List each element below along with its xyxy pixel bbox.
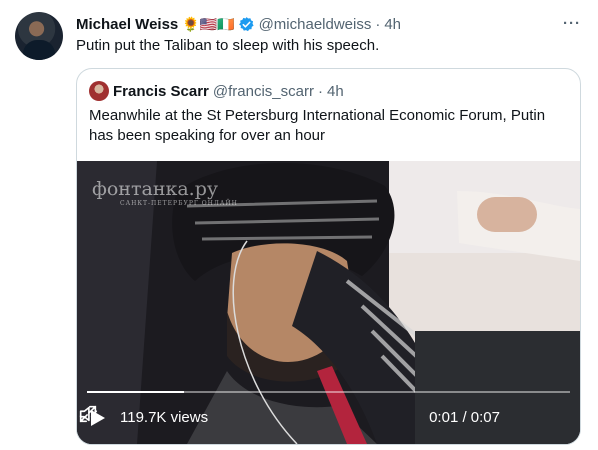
video-time-code: 0:01 / 0:07 [429, 409, 500, 426]
author-avatar[interactable] [15, 12, 63, 60]
video-controls: 119.7K views 0:01 / 0:07 [77, 403, 580, 433]
author-name[interactable]: Michael Weiss [76, 16, 178, 33]
watermark-subtext: САНКТ-ПЕТЕРБУРГ ОНЛАЙН [120, 200, 238, 207]
tweet-text: Putin put the Taliban to sleep with his … [76, 37, 380, 54]
view-count: 119.7K views [120, 409, 209, 426]
tweet-timestamp[interactable]: 4h [384, 16, 401, 33]
more-options-icon[interactable]: ··· [562, 13, 582, 33]
quote-header: Francis Scarr @francis_scarr · 4h [89, 81, 568, 101]
video-progress-fill [87, 391, 184, 393]
quoted-tweet[interactable]: Francis Scarr @francis_scarr · 4h Meanwh… [76, 68, 581, 445]
quote-author-handle[interactable]: @francis_scarr [213, 83, 314, 100]
hand [477, 197, 537, 232]
watermark-text: фонтанка.ру [92, 178, 219, 200]
quote-timestamp[interactable]: 4h [327, 83, 344, 100]
channel-watermark: фонтанка.ру САНКТ-ПЕТЕРБУРГ ОНЛАЙН [92, 178, 238, 207]
name-emojis: 🌻🇺🇸🇮🇪 [182, 15, 235, 32]
separator-dot: · [375, 15, 381, 33]
quote-separator-dot: · [317, 82, 323, 100]
video-player[interactable]: фонтанка.ру САНКТ-ПЕТЕРБУРГ ОНЛАЙН 119.7… [77, 161, 580, 444]
quote-author-name[interactable]: Francis Scarr [113, 83, 209, 100]
video-progress-bar[interactable] [87, 391, 570, 393]
quote-text: Meanwhile at the St Petersburg Internati… [89, 107, 546, 144]
fullscreen-icon[interactable] [77, 403, 99, 425]
verified-badge-icon [238, 16, 254, 31]
quote-author-avatar[interactable] [89, 81, 109, 101]
tweet-header: Michael Weiss 🌻🇺🇸🇮🇪 @michaeldweiss · 4h … [76, 13, 582, 35]
author-handle[interactable]: @michaeldweiss [259, 16, 372, 33]
